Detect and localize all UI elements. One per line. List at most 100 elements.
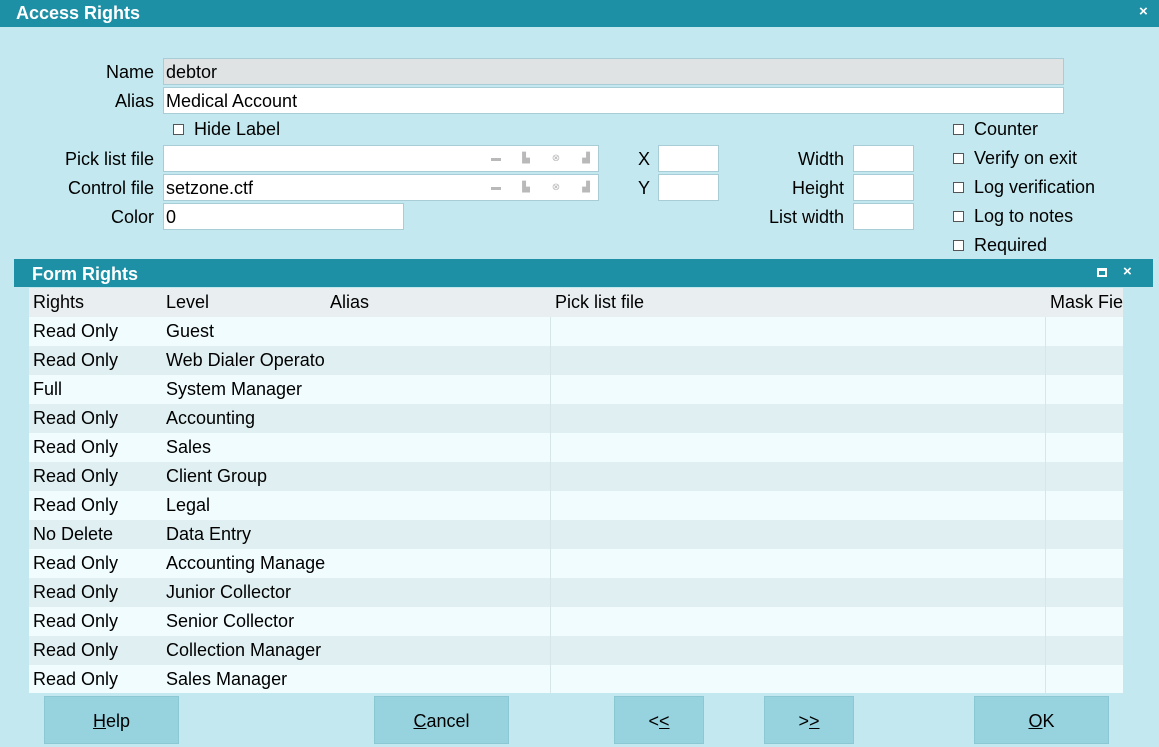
table-row[interactable]: Read Only Collection Manager [29, 636, 1123, 665]
log-verification-checkbox[interactable]: Log verification [953, 177, 1095, 198]
column-header-alias[interactable]: Alias [326, 288, 551, 317]
print-icon[interactable]: ▙ [518, 175, 534, 200]
cell-mask[interactable] [1046, 317, 1123, 346]
cell-pick-list[interactable] [551, 520, 1046, 549]
y-field[interactable] [658, 174, 719, 201]
width-field[interactable] [853, 145, 914, 172]
cell-level[interactable]: Sales [162, 433, 327, 462]
cell-alias[interactable] [326, 317, 551, 346]
cell-alias[interactable] [326, 578, 551, 607]
alias-field[interactable]: Medical Account [163, 87, 1064, 114]
cell-mask[interactable] [1046, 346, 1123, 375]
cell-level[interactable]: Accounting [162, 404, 327, 433]
checkbox-box[interactable] [953, 153, 964, 164]
cell-alias[interactable] [326, 607, 551, 636]
cell-alias[interactable] [326, 491, 551, 520]
table-row[interactable]: Read Only Client Group [29, 462, 1123, 491]
print-icon[interactable]: ▙ [518, 146, 534, 171]
cell-alias[interactable] [326, 549, 551, 578]
pick-list-field[interactable]: ▬ ▙ ⊗ ▟ [163, 145, 599, 172]
cell-rights[interactable]: Read Only [29, 636, 162, 665]
cell-pick-list[interactable] [551, 636, 1046, 665]
cell-rights[interactable]: No Delete [29, 520, 162, 549]
column-header-pick-list[interactable]: Pick list file [551, 288, 1046, 317]
hide-label-checkbox[interactable]: Hide Label [173, 119, 280, 140]
list-width-field[interactable] [853, 203, 914, 230]
cell-level[interactable]: Data Entry [162, 520, 327, 549]
counter-checkbox[interactable]: Counter [953, 119, 1038, 140]
log-to-notes-checkbox[interactable]: Log to notes [953, 206, 1073, 227]
cell-level[interactable]: Senior Collector [162, 607, 327, 636]
cell-mask[interactable] [1046, 491, 1123, 520]
cell-pick-list[interactable] [551, 462, 1046, 491]
cancel-button[interactable]: Cancel [374, 696, 509, 744]
column-header-mask[interactable]: Mask Fie [1046, 288, 1123, 317]
cell-mask[interactable] [1046, 433, 1123, 462]
control-file-field[interactable]: setzone.ctf ▬ ▙ ⊗ ▟ [163, 174, 599, 201]
cell-level[interactable]: Web Dialer Operato [162, 346, 327, 375]
cell-pick-list[interactable] [551, 404, 1046, 433]
cell-alias[interactable] [326, 520, 551, 549]
cell-mask[interactable] [1046, 665, 1123, 693]
cell-mask[interactable] [1046, 520, 1123, 549]
table-row[interactable]: Read Only Sales [29, 433, 1123, 462]
cell-level[interactable]: Junior Collector [162, 578, 327, 607]
cell-level[interactable]: Accounting Manage [162, 549, 327, 578]
cell-mask[interactable] [1046, 549, 1123, 578]
table-row[interactable]: Read Only Guest [29, 317, 1123, 346]
cell-mask[interactable] [1046, 607, 1123, 636]
cell-rights[interactable]: Read Only [29, 317, 162, 346]
height-field[interactable] [853, 174, 914, 201]
cell-rights[interactable]: Read Only [29, 491, 162, 520]
lookup-icon[interactable]: ▟ [578, 146, 594, 171]
verify-on-exit-checkbox[interactable]: Verify on exit [953, 148, 1077, 169]
cell-mask[interactable] [1046, 375, 1123, 404]
cell-alias[interactable] [326, 404, 551, 433]
required-checkbox[interactable]: Required [953, 235, 1047, 256]
maximize-icon[interactable] [1097, 268, 1107, 277]
table-row[interactable]: No Delete Data Entry [29, 520, 1123, 549]
cell-rights[interactable]: Read Only [29, 578, 162, 607]
table-row[interactable]: Read Only Legal [29, 491, 1123, 520]
ok-button[interactable]: OK [974, 696, 1109, 744]
cell-level[interactable]: Sales Manager [162, 665, 327, 693]
cell-alias[interactable] [326, 665, 551, 693]
previous-button[interactable]: << [614, 696, 704, 744]
help-button[interactable]: Help [44, 696, 179, 744]
table-row[interactable]: Read Only Accounting Manage [29, 549, 1123, 578]
cell-mask[interactable] [1046, 636, 1123, 665]
cell-level[interactable]: Legal [162, 491, 327, 520]
cell-pick-list[interactable] [551, 607, 1046, 636]
cell-alias[interactable] [326, 433, 551, 462]
cell-alias[interactable] [326, 375, 551, 404]
folder-icon[interactable]: ▬ [488, 175, 504, 200]
checkbox-box[interactable] [953, 211, 964, 222]
cell-rights[interactable]: Read Only [29, 346, 162, 375]
cell-rights[interactable]: Read Only [29, 404, 162, 433]
checkbox-box[interactable] [953, 182, 964, 193]
table-row[interactable]: Read Only Sales Manager [29, 665, 1123, 693]
next-button[interactable]: >> [764, 696, 854, 744]
cell-pick-list[interactable] [551, 549, 1046, 578]
clear-icon[interactable]: ⊗ [548, 175, 564, 200]
cell-pick-list[interactable] [551, 578, 1046, 607]
table-row[interactable]: Full System Manager [29, 375, 1123, 404]
x-field[interactable] [658, 145, 719, 172]
cell-pick-list[interactable] [551, 346, 1046, 375]
cell-mask[interactable] [1046, 462, 1123, 491]
cell-mask[interactable] [1046, 404, 1123, 433]
cell-pick-list[interactable] [551, 665, 1046, 693]
cell-alias[interactable] [326, 346, 551, 375]
cell-level[interactable]: Client Group [162, 462, 327, 491]
cell-mask[interactable] [1046, 578, 1123, 607]
cell-rights[interactable]: Read Only [29, 549, 162, 578]
cell-pick-list[interactable] [551, 317, 1046, 346]
lookup-icon[interactable]: ▟ [578, 175, 594, 200]
checkbox-box[interactable] [953, 240, 964, 251]
cell-rights[interactable]: Read Only [29, 433, 162, 462]
cell-rights[interactable]: Read Only [29, 607, 162, 636]
checkbox-box[interactable] [953, 124, 964, 135]
cell-level[interactable]: System Manager [162, 375, 327, 404]
cell-rights[interactable]: Read Only [29, 665, 162, 693]
clear-icon[interactable]: ⊗ [548, 146, 564, 171]
